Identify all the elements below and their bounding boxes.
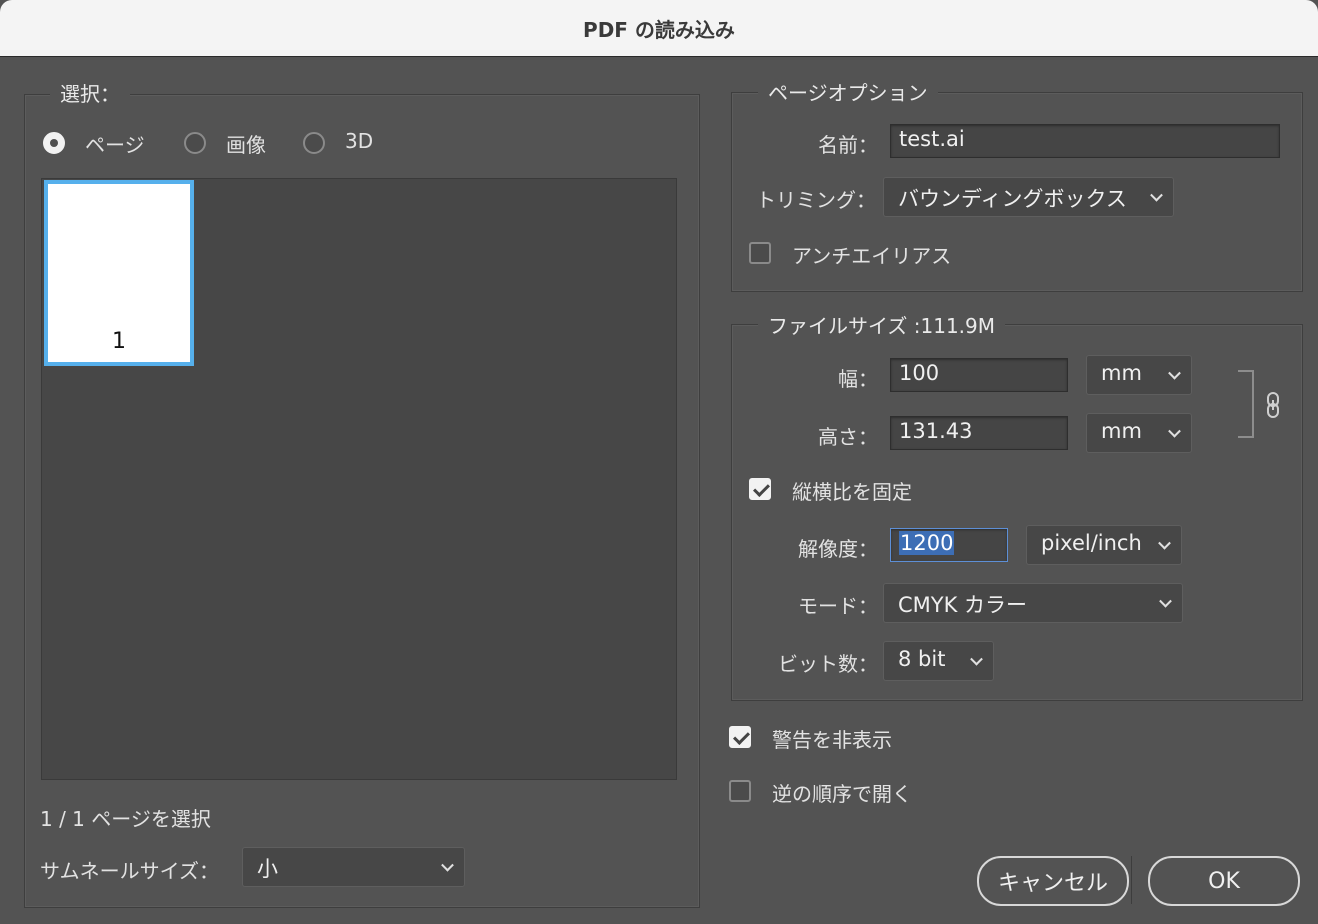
chevron-down-icon	[1158, 536, 1171, 550]
select-group-legend: 選択：	[50, 78, 130, 107]
bits-select[interactable]: 8 bit	[883, 641, 994, 681]
radio-image[interactable]	[184, 132, 206, 154]
crop-value: バウンディングボックス	[898, 187, 1127, 211]
aspect-link-bracket	[1238, 370, 1254, 438]
suppress-warnings-checkbox[interactable]	[729, 726, 751, 748]
radio-3d[interactable]	[303, 132, 325, 154]
resolution-field[interactable]: 1200	[890, 528, 1008, 562]
thumbnail-size-value: 小	[257, 857, 278, 881]
chevron-down-icon	[1168, 424, 1181, 438]
selection-status: 1 / 1 ページを選択	[40, 807, 211, 831]
bits-value: 8 bit	[898, 647, 946, 671]
height-unit-select[interactable]: mm	[1086, 413, 1192, 453]
page-options-legend: ページオプション	[758, 77, 938, 106]
resolution-unit-value: pixel/inch	[1041, 531, 1142, 555]
constrain-checkbox[interactable]	[749, 478, 771, 500]
height-field[interactable]: 131.43	[890, 416, 1068, 450]
cancel-button[interactable]: キャンセル	[977, 856, 1129, 906]
antialias-label[interactable]: アンチエイリアス	[792, 240, 951, 269]
name-field[interactable]: test.ai	[890, 124, 1280, 158]
dialog-title: PDF の読み込み	[583, 17, 735, 42]
button-separator	[1131, 856, 1132, 904]
crop-select[interactable]: バウンディングボックス	[883, 177, 1174, 217]
page-thumbnail[interactable]: 1	[44, 180, 194, 366]
radio-image-label[interactable]: 画像	[226, 129, 266, 158]
thumbnail-size-select[interactable]: 小	[242, 847, 465, 887]
page-thumbnail-number: 1	[112, 329, 126, 354]
radio-page-label[interactable]: ページ	[85, 129, 145, 158]
chevron-down-icon	[441, 858, 454, 872]
reverse-order-checkbox[interactable]	[729, 780, 751, 802]
width-field[interactable]: 100	[890, 358, 1068, 392]
height-unit-value: mm	[1101, 419, 1142, 443]
radio-page[interactable]	[43, 132, 65, 154]
radio-3d-label[interactable]: 3D	[345, 129, 373, 153]
ok-button[interactable]: OK	[1148, 856, 1300, 906]
width-unit-select[interactable]: mm	[1086, 355, 1192, 395]
width-label: 幅：	[838, 367, 878, 391]
name-label: 名前：	[818, 133, 878, 157]
suppress-warnings-label[interactable]: 警告を非表示	[772, 724, 892, 753]
chevron-down-icon	[970, 652, 983, 666]
dialog-title-bar: PDF の読み込み	[0, 0, 1318, 57]
chevron-down-icon	[1159, 594, 1172, 608]
file-size-legend: ファイルサイズ :111.9M	[758, 310, 1006, 339]
mode-value: CMYK カラー	[898, 593, 1028, 617]
mode-label: モード：	[798, 594, 878, 618]
crop-label: トリミング：	[756, 188, 876, 212]
width-unit-value: mm	[1101, 361, 1142, 385]
antialias-checkbox[interactable]	[749, 242, 771, 264]
height-label: 高さ：	[818, 425, 878, 449]
thumbnail-size-label: サムネールサイズ：	[40, 859, 219, 883]
mode-select[interactable]: CMYK カラー	[883, 583, 1183, 623]
resolution-unit-select[interactable]: pixel/inch	[1026, 525, 1182, 565]
chevron-down-icon	[1168, 366, 1181, 380]
resolution-label: 解像度：	[798, 537, 878, 561]
link-icon[interactable]	[1263, 390, 1285, 420]
chevron-down-icon	[1150, 188, 1163, 202]
constrain-label[interactable]: 縦横比を固定	[792, 476, 912, 505]
resolution-value: 1200	[899, 531, 955, 555]
bits-label: ビット数：	[778, 652, 878, 676]
reverse-order-label[interactable]: 逆の順序で開く	[772, 778, 912, 807]
